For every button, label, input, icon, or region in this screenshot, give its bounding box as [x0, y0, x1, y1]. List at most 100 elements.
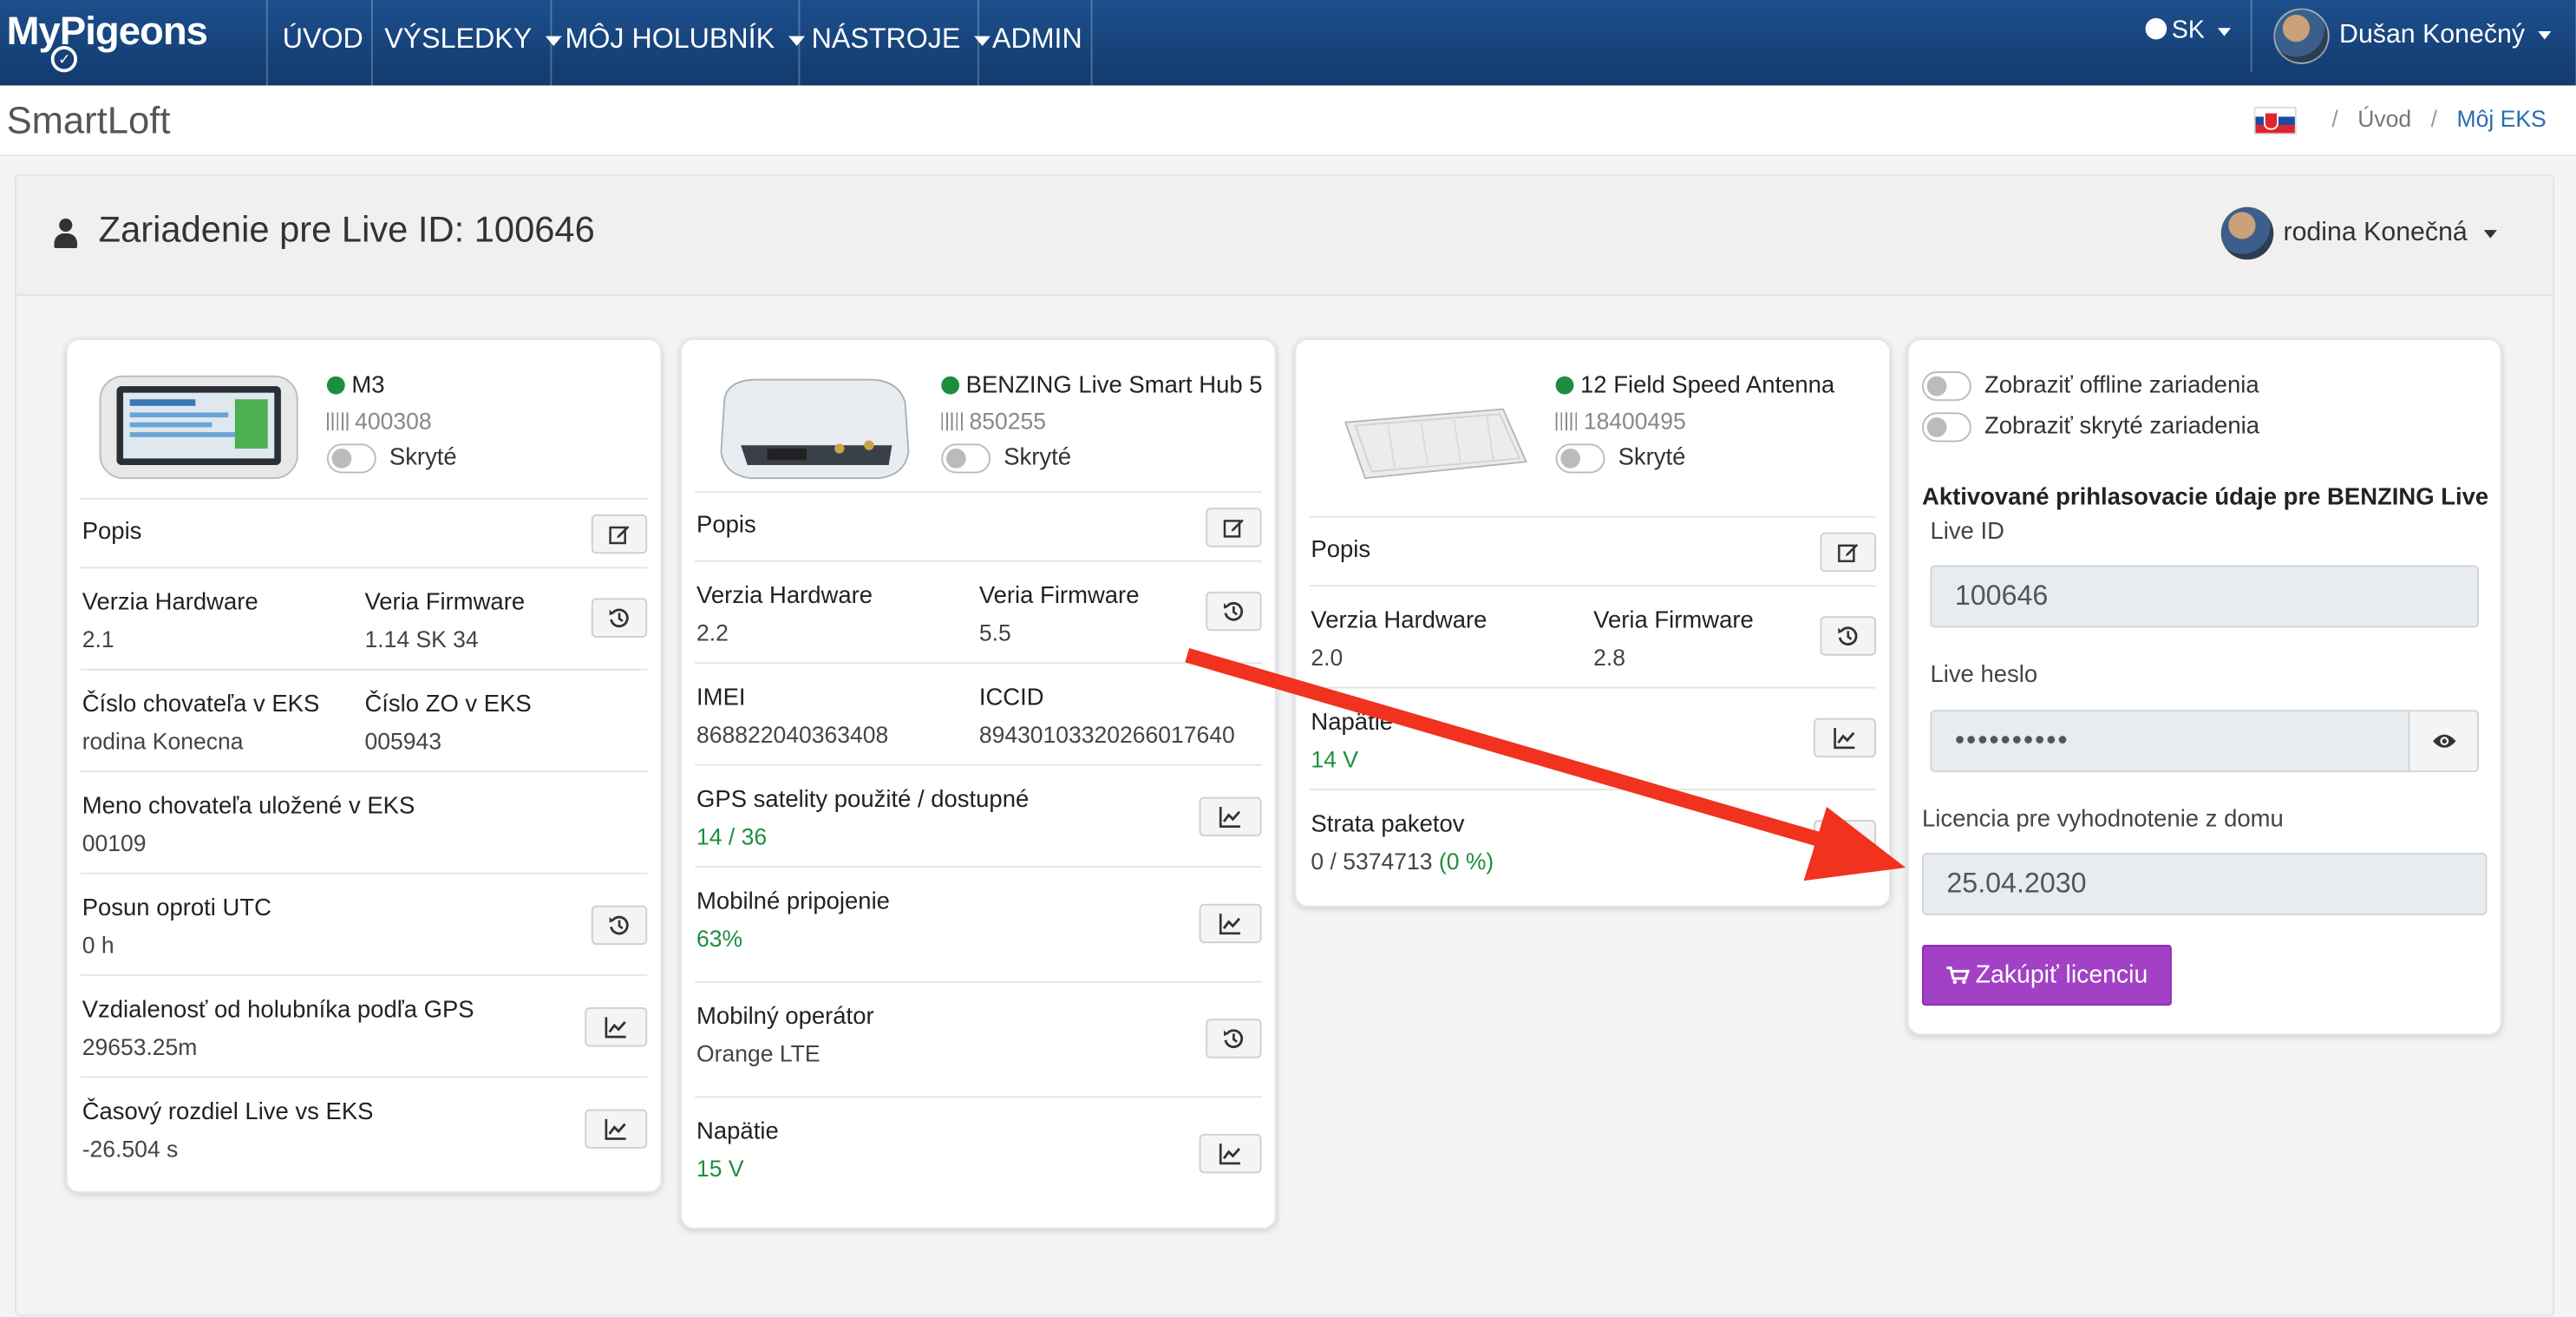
loss-label: Strata paketov	[1311, 811, 1465, 838]
list-item: Popis	[695, 491, 1262, 561]
edit-icon	[609, 526, 630, 545]
list-item: Strata paketov 0 / 5374713 (0 %)	[1309, 789, 1876, 892]
hw-label: Verzia Hardware	[82, 589, 258, 617]
nav-item-nastroje[interactable]: NÁSTROJE	[798, 0, 1003, 85]
show-hidden-row: Zobraziť skryté zariadenia	[1921, 412, 2259, 442]
chart-button[interactable]	[1813, 717, 1876, 758]
chart-button[interactable]	[585, 1007, 648, 1047]
edit-button[interactable]	[591, 514, 648, 554]
device-id: 850255	[941, 408, 1046, 434]
loss-value: 0 / 5374713 (0 %)	[1311, 848, 1494, 875]
iccid-value: 89430103320266017640	[978, 721, 1235, 748]
device-card-m3: M3 400308 Skryté Popis Verzia Hardware 2…	[65, 338, 663, 1194]
language-label: SK	[2171, 16, 2205, 45]
dist-label: Vzdialenosť od holubníka podľa GPS	[82, 997, 474, 1024]
hw-value: 2.0	[1311, 644, 1344, 671]
device-card-smart-hub: BENZING Live Smart Hub 5 850255 Skryté P…	[680, 338, 1277, 1229]
globe-icon	[2145, 16, 2167, 39]
list-item: Posun oproti UTC 0 h	[80, 872, 648, 976]
show-hidden-toggle[interactable]	[1921, 412, 1971, 442]
utc-label: Posun oproti UTC	[82, 895, 271, 922]
show-offline-toggle[interactable]	[1921, 371, 1971, 402]
hidden-toggle[interactable]	[1555, 443, 1605, 474]
hidden-toggle[interactable]	[326, 443, 376, 474]
history-button[interactable]	[591, 905, 648, 946]
nav-label: NÁSTROJE	[811, 23, 961, 55]
device-name: BENZING Live Smart Hub 5	[941, 373, 1263, 399]
mobile-value: 63%	[696, 925, 743, 952]
nav-label: VÝSLEDKY	[384, 23, 533, 55]
mobile-label: Mobilné pripojenie	[696, 888, 890, 915]
voltage-value: 14 V	[1311, 745, 1358, 773]
chart-button[interactable]	[1199, 796, 1262, 837]
device-name: M3	[326, 373, 384, 399]
status-dot-icon	[326, 376, 345, 395]
voltage-label: Napätie	[696, 1118, 779, 1146]
hidden-toggle-row: Skryté	[1555, 443, 1685, 474]
voltage-value: 15 V	[696, 1155, 744, 1182]
chart-button[interactable]	[1199, 1133, 1262, 1174]
user-menu[interactable]: Dušan Konečný	[2273, 7, 2552, 66]
barcode-icon	[1555, 412, 1578, 431]
list-item: GPS satelity použité / dostupné 14 / 36	[695, 763, 1262, 868]
line-chart-icon	[605, 1017, 626, 1039]
live-id-field[interactable]: 100646	[1930, 565, 2480, 628]
fw-label: Veria Firmware	[978, 583, 1140, 610]
history-button[interactable]	[1206, 1019, 1262, 1058]
nav-item-admin[interactable]: ADMIN	[979, 0, 1095, 85]
history-button[interactable]	[591, 598, 648, 638]
buy-license-button[interactable]: Zakúpiť licenciu	[1921, 945, 2172, 1006]
slovak-flag-icon	[2252, 106, 2296, 134]
device-card-antenna: 12 Field Speed Antenna 18400495 Skryté P…	[1294, 338, 1891, 907]
antenna-device-image	[1344, 408, 1527, 480]
page-title: SmartLoft	[6, 98, 171, 141]
list-item: Vzdialenosť od holubníka podľa GPS 29653…	[80, 974, 648, 1078]
nav-item-vysledky[interactable]: VÝSLEDKY	[371, 0, 574, 85]
password-field[interactable]: ••••••••••	[1930, 710, 2410, 773]
credentials-title: Aktivované prihlasovacie údaje pre BENZI…	[1921, 484, 2489, 512]
list-item: Popis	[80, 497, 648, 568]
nav-label: MÔJ HOLUBNÍK	[565, 23, 775, 55]
fw-label: Veria Firmware	[1593, 607, 1754, 635]
breadcrumb-current[interactable]: Môj EKS	[2457, 105, 2547, 131]
status-dot-icon	[941, 376, 960, 395]
edit-button[interactable]	[1820, 532, 1876, 573]
fw-value: 2.8	[1593, 644, 1626, 671]
operator-value: Orange LTE	[696, 1039, 821, 1067]
edit-button[interactable]	[1206, 508, 1262, 547]
language-selector[interactable]: SK	[2145, 0, 2232, 66]
hidden-toggle-row: Skryté	[326, 443, 457, 474]
history-button[interactable]	[1206, 591, 1262, 632]
license-label: Licencia pre vyhodnotenie z domu	[1921, 806, 2284, 834]
hidden-toggle[interactable]	[941, 443, 991, 474]
panel-title: Zariadenie pre Live ID: 100646	[98, 208, 595, 250]
list-item: Verzia Hardware 2.1 Veria Firmware 1.14 …	[80, 567, 648, 670]
mypigeons-logo[interactable]: MyPigeons ✓	[7, 7, 208, 76]
hub-device-image	[720, 378, 910, 480]
panel-header: Zariadenie pre Live ID: 100646 rodina Ko…	[16, 175, 2553, 296]
desc-label: Popis	[696, 512, 756, 540]
operator-label: Mobilný operátor	[696, 1004, 874, 1031]
caret-down-icon	[2538, 31, 2552, 40]
history-button[interactable]	[1820, 616, 1876, 656]
group-selector[interactable]: rodina Konečná	[2220, 206, 2497, 260]
breeder-name-label: Meno chovateľa uložené v EKS	[82, 793, 415, 821]
chart-button[interactable]	[585, 1109, 648, 1149]
top-navbar: MyPigeons ✓ ÚVOD VÝSLEDKY MÔJ HOLUBNÍK N…	[0, 0, 2576, 86]
buy-button-label: Zakúpiť licenciu	[1975, 960, 2148, 990]
history-icon	[609, 915, 629, 935]
nav-item-moj-holubnik[interactable]: MÔJ HOLUBNÍK	[552, 0, 817, 85]
device-name: 12 Field Speed Antenna	[1555, 373, 1834, 399]
chart-button[interactable]	[1199, 903, 1262, 944]
chart-button[interactable]	[1813, 820, 1876, 860]
utc-value: 0 h	[82, 931, 114, 959]
hw-label: Verzia Hardware	[1311, 607, 1487, 635]
page-header: SmartLoft / Úvod / Môj EKS	[0, 85, 2576, 156]
desc-label: Popis	[82, 519, 142, 546]
show-password-button[interactable]	[2409, 710, 2480, 773]
breeder-no-value: rodina Konecna	[82, 728, 244, 755]
nav-item-uvod[interactable]: ÚVOD	[270, 0, 376, 85]
breadcrumb-home[interactable]: Úvod	[2357, 105, 2411, 131]
dist-value: 29653.25m	[82, 1033, 198, 1060]
line-chart-icon	[1219, 806, 1241, 829]
